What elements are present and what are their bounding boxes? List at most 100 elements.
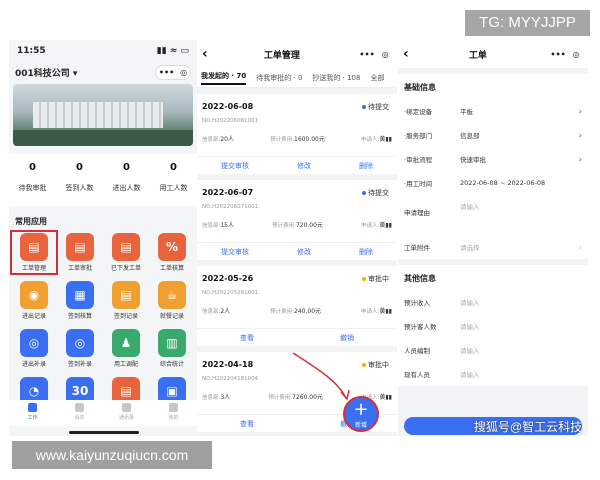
app-label: 已下发工单 [110,265,141,272]
field-placeholder: 请选择 [460,244,480,252]
work-order-card[interactable]: 2022-05-26 审批中 NO.H202205261001 信息部:2人 预计费用:… [197,266,397,346]
tab-work[interactable]: 工作 [9,400,56,426]
fee-info: 预计费用:7260.00元 [268,394,323,401]
stat-inout-count[interactable]: 0 进出人数 [103,154,150,206]
tab-label: 我的 [168,415,179,421]
status-bar: 11:55 ▮▮ ≈ ▭ [9,40,197,62]
basic-info-title: 基础信息 [404,83,436,92]
more-icon[interactable]: ••• [550,50,565,59]
basic-info-rows: ·绑定设备 平板 › ·服务部门 信息部 › ·审批流程 快速审批 › ·用工时间 2022-06-… [398,99,588,195]
card-action-button[interactable]: 提交审核 [221,247,249,257]
add-work-order-button[interactable]: + 新增 [343,396,379,432]
phone-work-order-form: ‹ 工单 ••• ◎ 基础信息 ·绑定设备 平板 › ·服务部门 信息部 › ·审批流程 快速… [398,40,588,436]
app-icon: ▦ [66,281,94,309]
tab-cc-me[interactable]: 抄送我的 · 108 [312,73,360,83]
close-target-icon[interactable]: ◎ [573,50,580,59]
stat-value: 0 [170,162,177,173]
back-icon[interactable]: ‹ [403,46,409,62]
app-icon: ◉ [20,281,48,309]
app-tile[interactable]: ◉ 进出记录 [11,279,57,322]
stat-worker-count[interactable]: 0 用工人数 [150,154,197,206]
field-label: 人员编制 [404,347,430,355]
field-label: ·服务部门 [404,132,433,140]
more-icon[interactable]: ••• [159,68,174,77]
stat-pending-approval[interactable]: 0 待我审批 [9,154,56,206]
card-action-button[interactable]: 撤销 [340,333,354,343]
other-info-title: 其他信息 [404,274,436,283]
status-dot-icon [362,105,366,109]
status-dot-icon [362,277,366,281]
stat-signin-count[interactable]: 0 签到人数 [56,154,103,206]
app-tile[interactable]: ▥ 综合统计 [149,327,195,370]
card-action-button[interactable]: 修改 [297,247,311,257]
card-actions: 提交审核 修改 删除 [197,242,397,257]
card-action-button[interactable]: 提交审核 [221,161,249,171]
card-action-button[interactable]: 删除 [359,247,373,257]
card-action-button[interactable]: 删除 [359,161,373,171]
reason-field[interactable]: 申请理由 请输入 [398,195,588,235]
more-icon[interactable]: ••• [359,50,374,59]
form-row[interactable]: 现有人员 请输入 [398,362,588,386]
chevron-right-icon: › [578,242,582,252]
form-row[interactable]: ·绑定设备 平板 › [398,99,588,123]
form-row[interactable]: 人员编制 请输入 [398,338,588,362]
work-order-card[interactable]: 2022-06-08 待提交 NO.H202206081001 信息部:20人 预计费用… [197,94,397,174]
tab-initiated-by-me[interactable]: 我发起的 · 70 [201,71,247,85]
card-action-button[interactable]: 查看 [240,419,254,429]
back-icon[interactable]: ‹ [202,46,208,62]
banner-image [13,84,193,146]
app-tile[interactable]: ▤ 签到记录 [103,279,149,322]
tab-me[interactable]: 我的 [150,400,197,426]
fee-info: 预计费用:1600.00元 [270,136,325,143]
work-order-card[interactable]: 2022-06-07 待提交 NO.H202206071001 信息部:15人 预计费用… [197,180,397,260]
work-order-list: 2022-06-08 待提交 NO.H202206081001 信息部:20人 预计费用… [197,94,397,432]
chevron-right-icon: › [578,154,582,164]
form-row[interactable]: 预计客人数 请输入 [398,314,588,338]
dept-info: 信息部:15人 [202,222,234,229]
app-tile[interactable]: ▦ 签到核算 [57,279,103,322]
close-target-icon[interactable]: ◎ [382,50,389,59]
fab-label: 新增 [354,422,367,429]
card-action-button[interactable]: 修改 [297,161,311,171]
tab-contacts[interactable]: 通讯录 [103,400,150,426]
tab-all[interactable]: 全部 [370,73,384,83]
stat-label: 待我审批 [18,184,47,192]
status-text: 审批中 [368,361,389,369]
form-row[interactable]: 预计收入 请输入 [398,290,588,314]
app-tile[interactable]: ♟ 用工调配 [103,327,149,370]
app-tile[interactable]: ◎ 进出补录 [11,327,57,370]
nav-bar: ‹ 工单 ••• ◎ [398,40,588,68]
app-tile[interactable]: ☕ 就餐记录 [149,279,195,322]
order-date: 2022-04-18 [202,360,254,369]
app-tile[interactable]: ▤ 已下发工单 [103,231,149,274]
chevron-right-icon: › [578,130,582,140]
tab-pending-my-approval[interactable]: 待我审批的 · 0 [256,73,302,83]
app-tile[interactable]: % 工单核算 [149,231,195,274]
order-info: 信息部:15人 预计费用:720.00元 申请人:黄▮▮ [202,220,392,229]
card-action-button[interactable]: 查看 [240,333,254,343]
app-tile[interactable]: ▤ 工单审批 [57,231,103,274]
close-target-icon[interactable]: ◎ [180,68,187,77]
fee-info: 预计费用:240.00元 [270,308,322,315]
field-value: 快速审批 [460,156,486,164]
form-row[interactable]: ·用工时间 2022-06-08 ~ 2022-06-08 [398,171,588,195]
company-switcher[interactable]: 001科技公司 ▾ [15,66,77,79]
app-label: 工单管理 [21,265,46,272]
field-placeholder: 请输入 [460,299,480,307]
app-label: 签到补录 [67,361,92,368]
form-row[interactable]: ·服务部门 信息部 › [398,123,588,147]
app-tile[interactable]: ▤ 工单管理 [10,230,58,275]
contacts-icon [122,403,131,412]
attachment-field[interactable]: 工单附件 请选择 › [398,235,588,259]
stats-row: 0 待我审批 0 签到人数 0 进出人数 0 用工人数 [9,154,197,206]
form-row[interactable]: ·审批流程 快速审批 › [398,147,588,171]
dept-info: 信息部:20人 [202,136,234,143]
order-number: NO.H202205261001 [202,290,259,296]
page-title: 工单管理 [263,50,300,61]
tab-messages[interactable]: 消息 [56,400,103,426]
watermark-bottom-left: www.kaiyunzuqiucn.com [12,441,212,469]
app-tile[interactable]: ◎ 签到补录 [57,327,103,370]
field-label: ·用工时间 [404,180,433,188]
field-label: ·绑定设备 [404,108,433,116]
plus-icon: + [353,399,369,420]
